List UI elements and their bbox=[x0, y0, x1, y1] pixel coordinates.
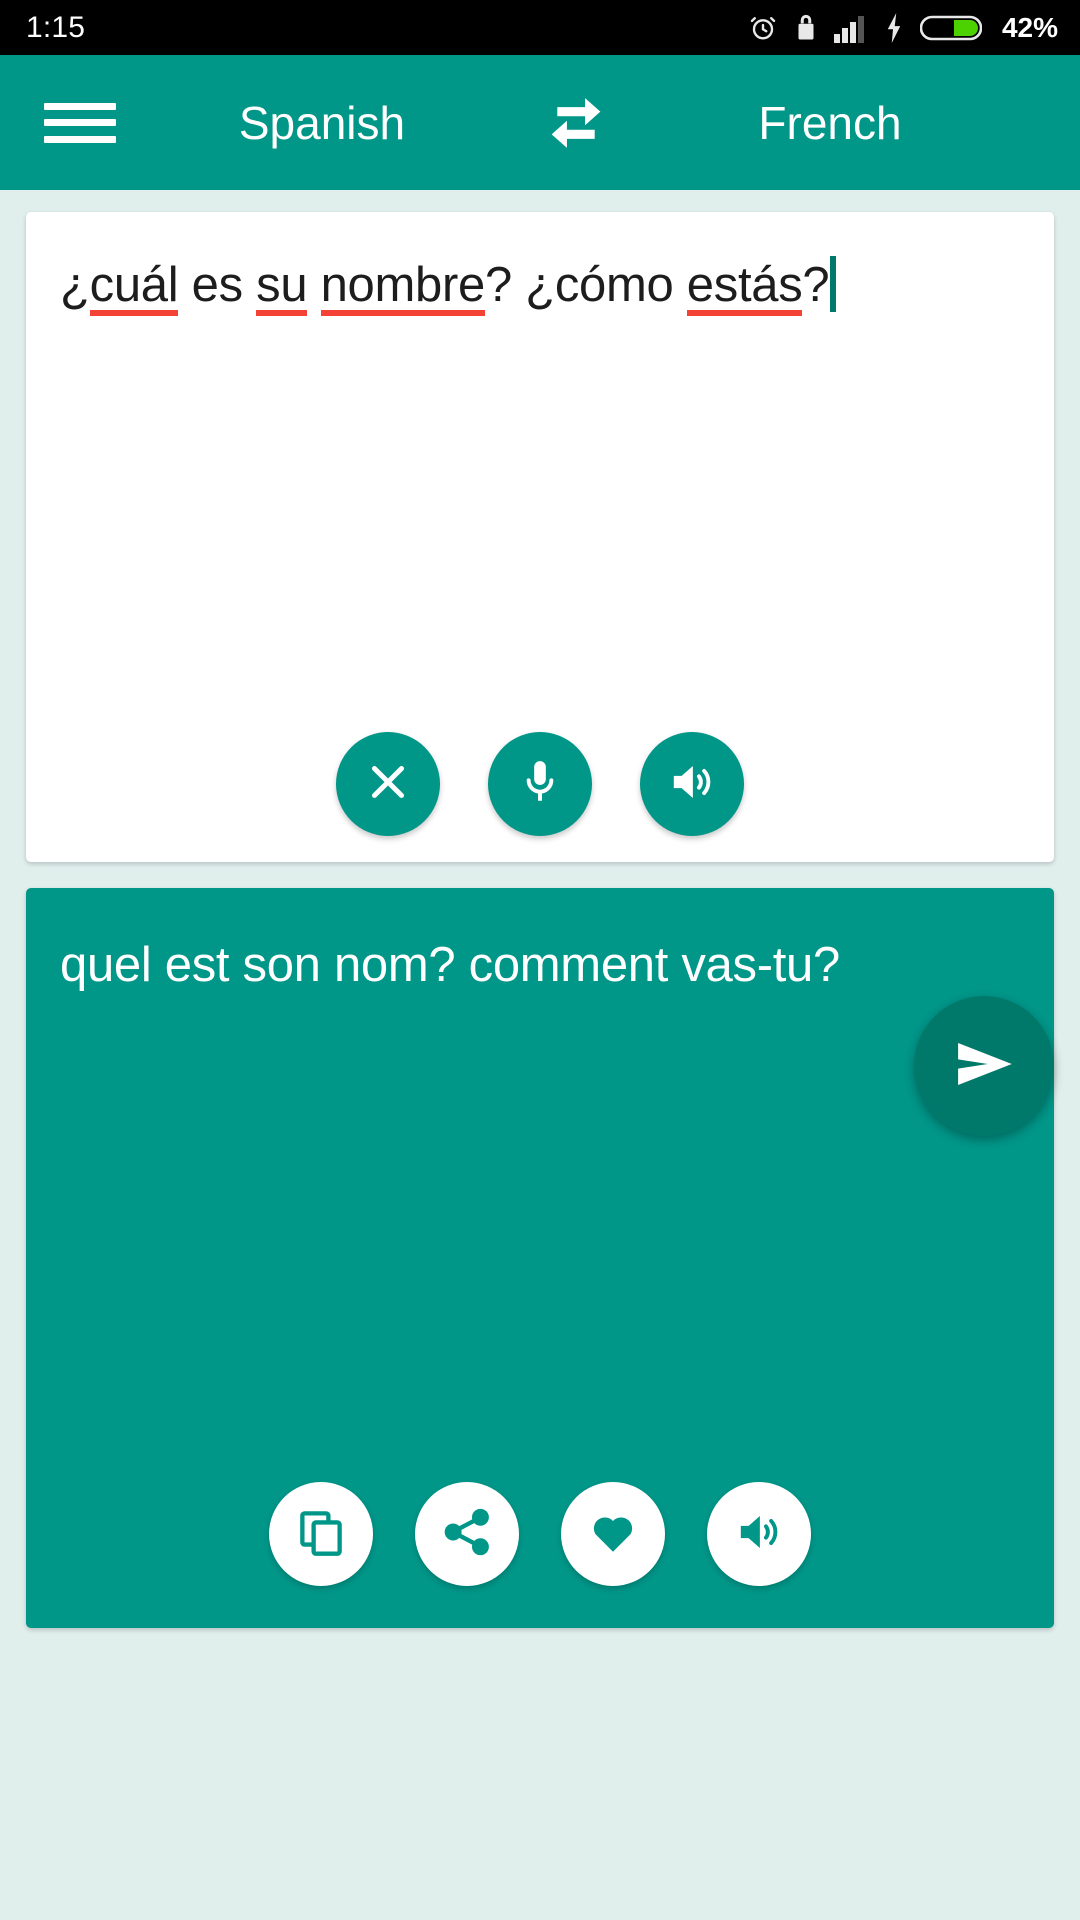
target-action-bar bbox=[60, 1482, 1020, 1586]
clear-button[interactable] bbox=[336, 732, 440, 836]
misspelled-word: estás bbox=[686, 258, 803, 316]
source-text-fragment: es bbox=[178, 258, 257, 312]
source-text-card[interactable]: ¿cuál es su nombre? ¿cómo estás? bbox=[26, 212, 1054, 862]
speaker-icon bbox=[666, 756, 718, 813]
speak-source-button[interactable] bbox=[640, 732, 744, 836]
translation-content: ¿cuál es su nombre? ¿cómo estás? quel es… bbox=[0, 190, 1080, 1920]
charging-bolt-icon bbox=[884, 12, 904, 43]
copy-icon bbox=[295, 1506, 347, 1563]
send-icon bbox=[947, 1027, 1021, 1106]
voice-input-button[interactable] bbox=[488, 732, 592, 836]
source-action-bar bbox=[60, 732, 1020, 836]
battery-percent: 42% bbox=[1001, 11, 1058, 43]
close-icon bbox=[363, 757, 413, 812]
copy-button[interactable] bbox=[269, 1482, 373, 1586]
status-icons-group: 42% bbox=[748, 12, 1058, 44]
source-text-fragment: ? bbox=[802, 258, 830, 312]
source-text-fragment: ¿ bbox=[60, 258, 90, 312]
alarm-icon bbox=[748, 13, 778, 43]
status-clock: 1:15 bbox=[26, 10, 86, 44]
app-bar: Spanish French bbox=[0, 55, 1080, 190]
swap-languages-icon[interactable] bbox=[528, 89, 624, 157]
heart-icon bbox=[587, 1506, 639, 1563]
source-text-input[interactable]: ¿cuál es su nombre? ¿cómo estás? bbox=[60, 256, 1020, 316]
text-cursor bbox=[830, 256, 837, 312]
translated-text: quel est son nom? comment vas-tu? bbox=[60, 938, 840, 992]
misspelled-word: cuál bbox=[89, 258, 179, 316]
share-icon bbox=[441, 1506, 493, 1563]
misspelled-word: nombre bbox=[320, 258, 485, 316]
microphone-icon bbox=[515, 757, 565, 812]
favorite-button[interactable] bbox=[561, 1482, 665, 1586]
speaker-icon bbox=[733, 1506, 785, 1563]
battery-icon bbox=[919, 13, 982, 43]
target-language-button[interactable]: French bbox=[624, 96, 1036, 150]
misspelled-word: su bbox=[256, 258, 308, 316]
source-text-fragment: ? ¿cómo bbox=[484, 258, 687, 312]
hamburger-menu-icon[interactable] bbox=[44, 95, 116, 151]
signal-icon bbox=[833, 13, 868, 43]
translation-result-card[interactable]: quel est son nom? comment vas-tu? bbox=[26, 888, 1054, 1628]
speak-target-button[interactable] bbox=[707, 1482, 811, 1586]
status-bar: 1:15 42% bbox=[0, 0, 1080, 55]
send-button[interactable] bbox=[914, 996, 1054, 1136]
source-language-button[interactable]: Spanish bbox=[116, 96, 528, 150]
lock-icon bbox=[794, 13, 818, 43]
share-button[interactable] bbox=[415, 1482, 519, 1586]
source-text-fragment bbox=[307, 258, 320, 312]
